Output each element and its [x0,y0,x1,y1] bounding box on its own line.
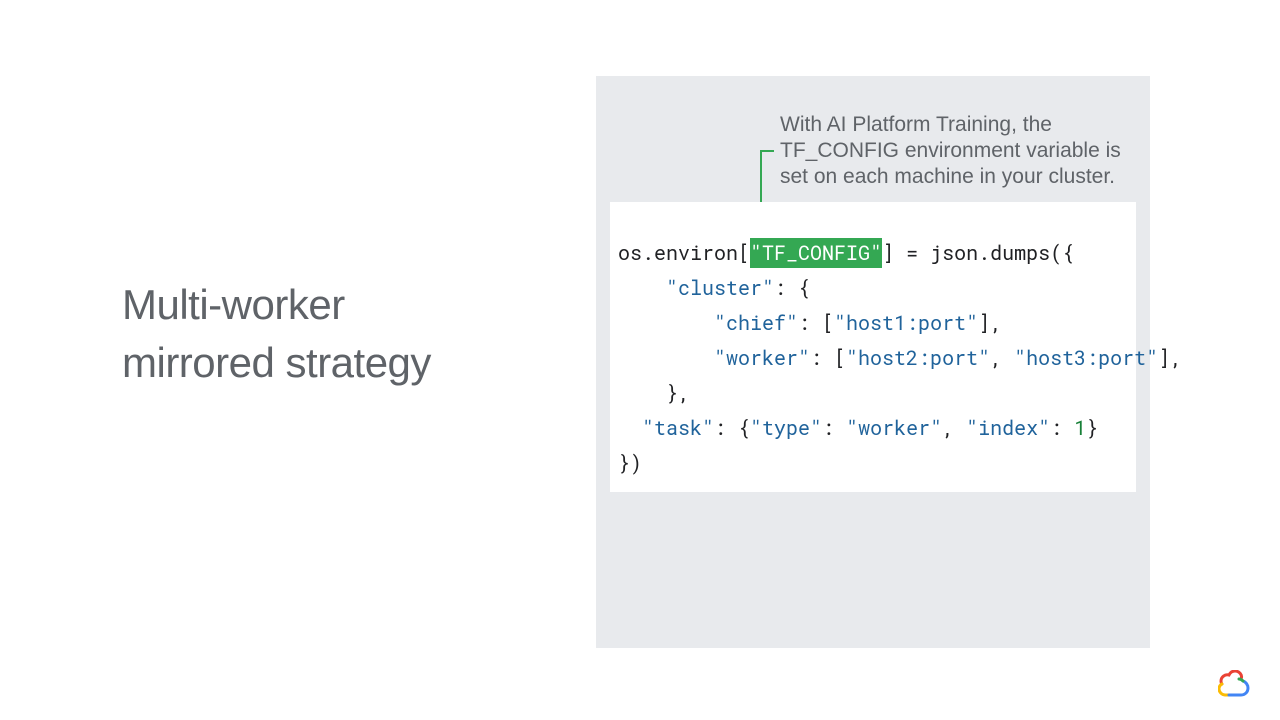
annotation-text: With AI Platform Training, the TF_CONFIG… [780,112,1140,190]
slide: Multi-worker mirrored strategy With AI P… [0,0,1280,720]
google-cloud-icon [1218,670,1252,698]
title-line-2: mirrored strategy [122,334,431,392]
slide-title: Multi-worker mirrored strategy [122,276,431,392]
annotation-leader-line [760,150,774,152]
highlighted-env-var: "TF_CONFIG" [750,238,882,268]
code-snippet: os.environ["TF_CONFIG"] = json.dumps({ "… [618,236,1182,481]
title-line-1: Multi-worker [122,276,431,334]
